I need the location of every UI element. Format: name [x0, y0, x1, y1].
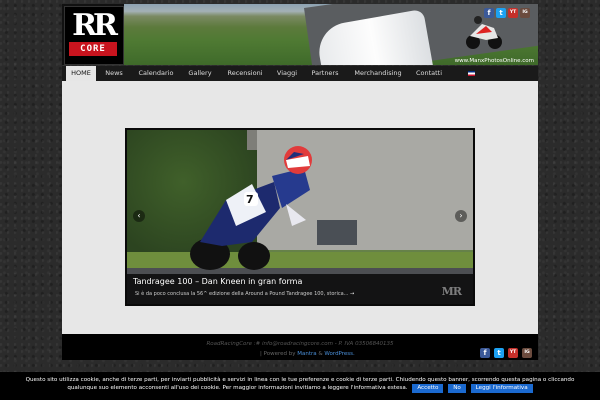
cookie-decline-button[interactable]: No — [448, 384, 466, 393]
slide-title[interactable]: Tandragee 100 – Dan Kneen in gran forma — [133, 277, 302, 286]
nav-item-home[interactable]: HOME — [66, 66, 96, 81]
nav-item-contatti[interactable]: Contatti — [412, 66, 446, 81]
footer-social-icons: f t YT IG — [480, 348, 532, 358]
slide-rider: 7 — [190, 146, 312, 270]
featured-slider[interactable]: 7 ‹ › Tandragee 100 – Dan Kneen in gran … — [125, 128, 475, 306]
slide-watermark-logo: MR — [441, 285, 462, 298]
powered-by-amp: & — [318, 351, 323, 357]
banner-rider — [466, 16, 502, 49]
twitter-icon[interactable]: t — [496, 8, 506, 18]
instagram-icon[interactable]: IG — [520, 8, 530, 18]
site-header: RR CORE www.ManxPhotosOnline.com f t YT … — [62, 4, 538, 65]
slide-caption: Tandragee 100 – Dan Kneen in gran forma … — [127, 274, 473, 304]
logo-word: CORE — [69, 42, 117, 56]
nav-item-recensioni[interactable]: Recensioni — [223, 66, 267, 81]
twitter-icon[interactable]: t — [494, 348, 504, 358]
cookie-info-button[interactable]: Leggi l'informativa — [470, 384, 533, 393]
powered-by-label: | Powered by — [260, 351, 296, 357]
slide-cottage-window — [317, 220, 357, 245]
main-content: 7 ‹ › Tandragee 100 – Dan Kneen in gran … — [62, 81, 538, 334]
nav-item-viaggi[interactable]: Viaggi — [272, 66, 302, 81]
nav-item-gallery[interactable]: Gallery — [184, 66, 216, 81]
youtube-icon[interactable]: YT — [508, 8, 518, 18]
slider-next-button[interactable]: › — [455, 210, 467, 222]
main-nav: HOME News Calendario Gallery Recensioni … — [62, 66, 538, 82]
facebook-icon[interactable]: f — [480, 348, 490, 358]
read-more-link[interactable]: → — [350, 291, 354, 297]
nav-item-merchandising[interactable]: Merchandising — [350, 66, 406, 81]
facebook-icon[interactable]: f — [484, 8, 494, 18]
instagram-icon[interactable]: IG — [522, 348, 532, 358]
nav-item-calendario[interactable]: Calendario — [134, 66, 178, 81]
youtube-icon[interactable]: YT — [508, 348, 518, 358]
cookie-message: Questo sito utilizza cookie, anche di te… — [10, 376, 590, 393]
site-footer: RoadRacingCore :# info@roadracingcore.co… — [62, 334, 538, 360]
footer-powered-by: | Powered by Mantra & WordPress. — [260, 351, 355, 357]
header-social-icons: f t YT IG — [484, 8, 530, 18]
wordpress-link[interactable]: WordPress. — [324, 351, 354, 357]
site-wrapper: RR CORE www.ManxPhotosOnline.com f t YT … — [62, 4, 538, 360]
mantra-link[interactable]: Mantra — [297, 351, 316, 357]
language-flag-icon[interactable] — [468, 71, 475, 76]
nav-item-news[interactable]: News — [100, 66, 128, 81]
banner-credit: www.ManxPhotosOnline.com — [454, 58, 534, 64]
cookie-banner: Questo sito utilizza cookie, anche di te… — [0, 372, 600, 400]
slide-rider-number: 7 — [246, 193, 254, 206]
cookie-accept-button[interactable]: Accetto — [412, 384, 444, 393]
slider-prev-button[interactable]: ‹ — [133, 210, 145, 222]
logo-letters: RR — [72, 8, 118, 43]
site-logo[interactable]: RR CORE — [64, 6, 124, 65]
footer-contact-info: RoadRacingCore :# info@roadracingcore.co… — [206, 341, 394, 347]
slide-excerpt-text: Si è da poco conclusa la 56^ edizione de… — [135, 291, 349, 297]
slide-excerpt: Si è da poco conclusa la 56^ edizione de… — [135, 291, 354, 297]
header-banner-image: www.ManxPhotosOnline.com f t YT IG — [124, 4, 538, 65]
nav-item-partners[interactable]: Partners — [308, 66, 342, 81]
